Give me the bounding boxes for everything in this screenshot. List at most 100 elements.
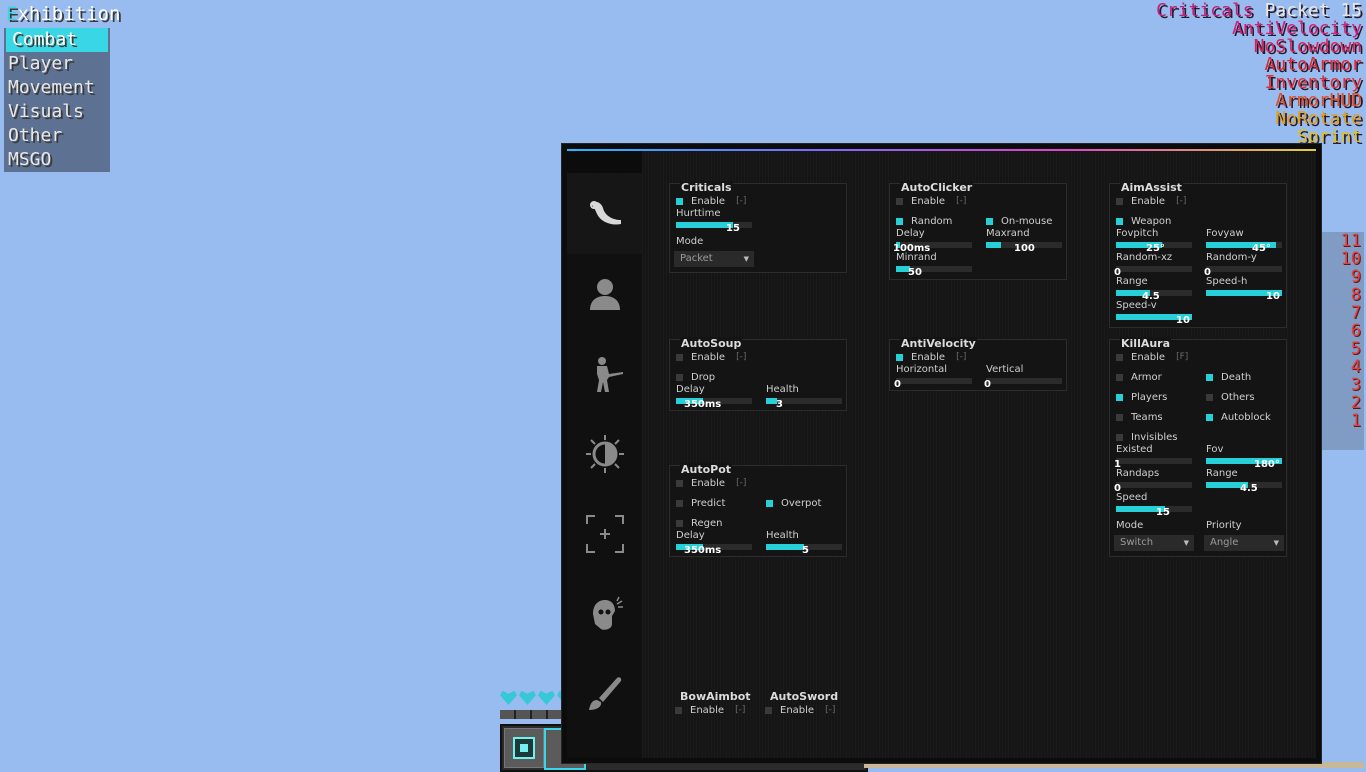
autoblock-toggle[interactable]: Autoblock (1206, 411, 1271, 423)
checkbox[interactable] (896, 353, 903, 361)
checkbox[interactable] (896, 197, 903, 205)
armor-toggle[interactable]: Armor (1116, 371, 1162, 383)
checkbox[interactable] (676, 197, 683, 205)
keybind-label[interactable]: [-] (956, 352, 966, 362)
checkbox[interactable] (896, 217, 903, 225)
checkbox[interactable] (1116, 353, 1123, 361)
death-toggle[interactable]: Death (1206, 371, 1251, 383)
regen-toggle[interactable]: Regen (676, 517, 723, 529)
module-title: KillAura (1120, 337, 1172, 350)
overpot-toggle[interactable]: Overpot (766, 497, 821, 509)
mode-label: Mode (1116, 520, 1144, 531)
vertical-slider[interactable] (986, 378, 1062, 384)
category-msgo[interactable] (567, 574, 642, 654)
weapon-toggle[interactable]: Weapon (1116, 215, 1171, 227)
checkbox[interactable] (1206, 413, 1213, 421)
autosword-enable-toggle[interactable]: Enable [-] (765, 704, 835, 716)
hurttime-label: Hurttime (676, 208, 721, 219)
invisibles-toggle[interactable]: Invisibles (1116, 431, 1177, 443)
randomy-slider[interactable] (1206, 266, 1282, 272)
tab-visuals[interactable]: Visuals (4, 100, 110, 124)
module-title: Criticals (680, 181, 733, 194)
tab-player[interactable]: Player (4, 52, 110, 76)
players-toggle[interactable]: Players (1116, 391, 1167, 403)
checkbox[interactable] (676, 479, 683, 487)
onmouse-toggle[interactable]: On-mouse (986, 215, 1052, 227)
killaura-mode-dropdown[interactable]: Switch ▼ (1114, 535, 1194, 551)
fov-value: 180° (1254, 459, 1280, 470)
keybind-label[interactable]: [-] (1176, 196, 1186, 206)
category-movement[interactable] (567, 334, 642, 414)
bowaimbot-enable-toggle[interactable]: Enable [-] (675, 704, 745, 716)
checkbox[interactable] (1206, 373, 1213, 381)
speed-label: Speed (1116, 492, 1148, 503)
killaura-priority-dropdown[interactable]: Angle ▼ (1204, 535, 1284, 551)
module-criticals: Criticals Enable [-] Hurttime 15 Mode Pac… (669, 181, 847, 273)
maxrand-value: 100 (1014, 243, 1035, 254)
brightness-icon (585, 435, 624, 473)
delay-label: Delay (676, 530, 705, 541)
teams-toggle[interactable]: Teams (1116, 411, 1163, 423)
checkbox[interactable] (986, 217, 993, 225)
randomxz-slider[interactable] (1116, 266, 1192, 272)
keybind-label[interactable]: [-] (736, 196, 746, 206)
criticals-mode-dropdown[interactable]: Packet ▼ (674, 251, 754, 267)
autopot-enable-toggle[interactable]: Enable [-] (676, 477, 746, 489)
keybind-label[interactable]: [-] (825, 705, 835, 715)
aimassist-enable-toggle[interactable]: Enable [-] (1116, 195, 1186, 207)
checkbox[interactable] (1116, 413, 1123, 421)
category-combat[interactable] (567, 174, 642, 254)
checkbox[interactable] (676, 519, 683, 527)
click-gui-window: Criticals Enable [-] Hurttime 15 Mode Pac… (561, 143, 1322, 764)
delay-value: 350ms (684, 399, 722, 410)
tab-msgo[interactable]: MSGO (4, 148, 110, 172)
category-visuals[interactable] (567, 414, 642, 494)
tab-other[interactable]: Other (4, 124, 110, 148)
existed-slider[interactable] (1116, 458, 1192, 464)
priority-label: Priority (1206, 520, 1242, 531)
antivelocity-enable-toggle[interactable]: Enable [-] (896, 351, 966, 363)
keybind-label[interactable]: [F] (1176, 352, 1188, 362)
autoclicker-enable-toggle[interactable]: Enable [-] (896, 195, 966, 207)
checkbox[interactable] (1116, 373, 1123, 381)
hotbar-slot[interactable] (504, 728, 544, 768)
randaps-slider[interactable] (1116, 482, 1192, 488)
speed-slider[interactable] (1116, 506, 1192, 512)
checkbox[interactable] (675, 706, 682, 714)
criticals-enable-toggle[interactable]: Enable [-] (676, 195, 746, 207)
category-player[interactable] (567, 254, 642, 334)
hurttime-slider[interactable] (676, 222, 752, 228)
checkbox[interactable] (1116, 217, 1123, 225)
random-toggle[interactable]: Random (896, 215, 952, 227)
checkbox[interactable] (1116, 197, 1123, 205)
checkbox[interactable] (1206, 393, 1213, 401)
category-brush[interactable] (567, 654, 642, 734)
horizontal-slider[interactable] (896, 378, 972, 384)
checkbox[interactable] (1116, 433, 1123, 441)
soldier-icon (596, 357, 623, 392)
module-autoclicker: AutoClicker Enable [-] Random On-mouse De… (889, 181, 1067, 280)
module-arraylist: Criticals Packet 15 AntiVelocity NoSlowdow… (1156, 2, 1362, 146)
checkbox[interactable] (676, 353, 683, 361)
predict-toggle[interactable]: Predict (676, 497, 725, 509)
keybind-label[interactable]: [-] (956, 196, 966, 206)
checkbox[interactable] (766, 499, 773, 507)
delay-value: 350ms (684, 545, 722, 556)
category-other[interactable] (567, 494, 642, 574)
keybind-label[interactable]: [-] (735, 705, 745, 715)
autosoup-enable-toggle[interactable]: Enable [-] (676, 351, 746, 363)
keybind-label[interactable]: [-] (736, 352, 746, 362)
client-title: Exhibition (6, 3, 120, 25)
tab-movement[interactable]: Movement (4, 76, 110, 100)
keybind-label[interactable]: [-] (736, 478, 746, 488)
tab-combat[interactable]: Combat (6, 28, 108, 52)
drop-toggle[interactable]: Drop (676, 371, 715, 383)
maxrand-label: Maxrand (986, 228, 1030, 239)
checkbox[interactable] (765, 706, 772, 714)
checkbox[interactable] (676, 499, 683, 507)
checkbox[interactable] (676, 373, 683, 381)
existed-label: Existed (1116, 444, 1153, 455)
killaura-enable-toggle[interactable]: Enable [F] (1116, 351, 1188, 363)
others-toggle[interactable]: Others (1206, 391, 1255, 403)
checkbox[interactable] (1116, 393, 1123, 401)
